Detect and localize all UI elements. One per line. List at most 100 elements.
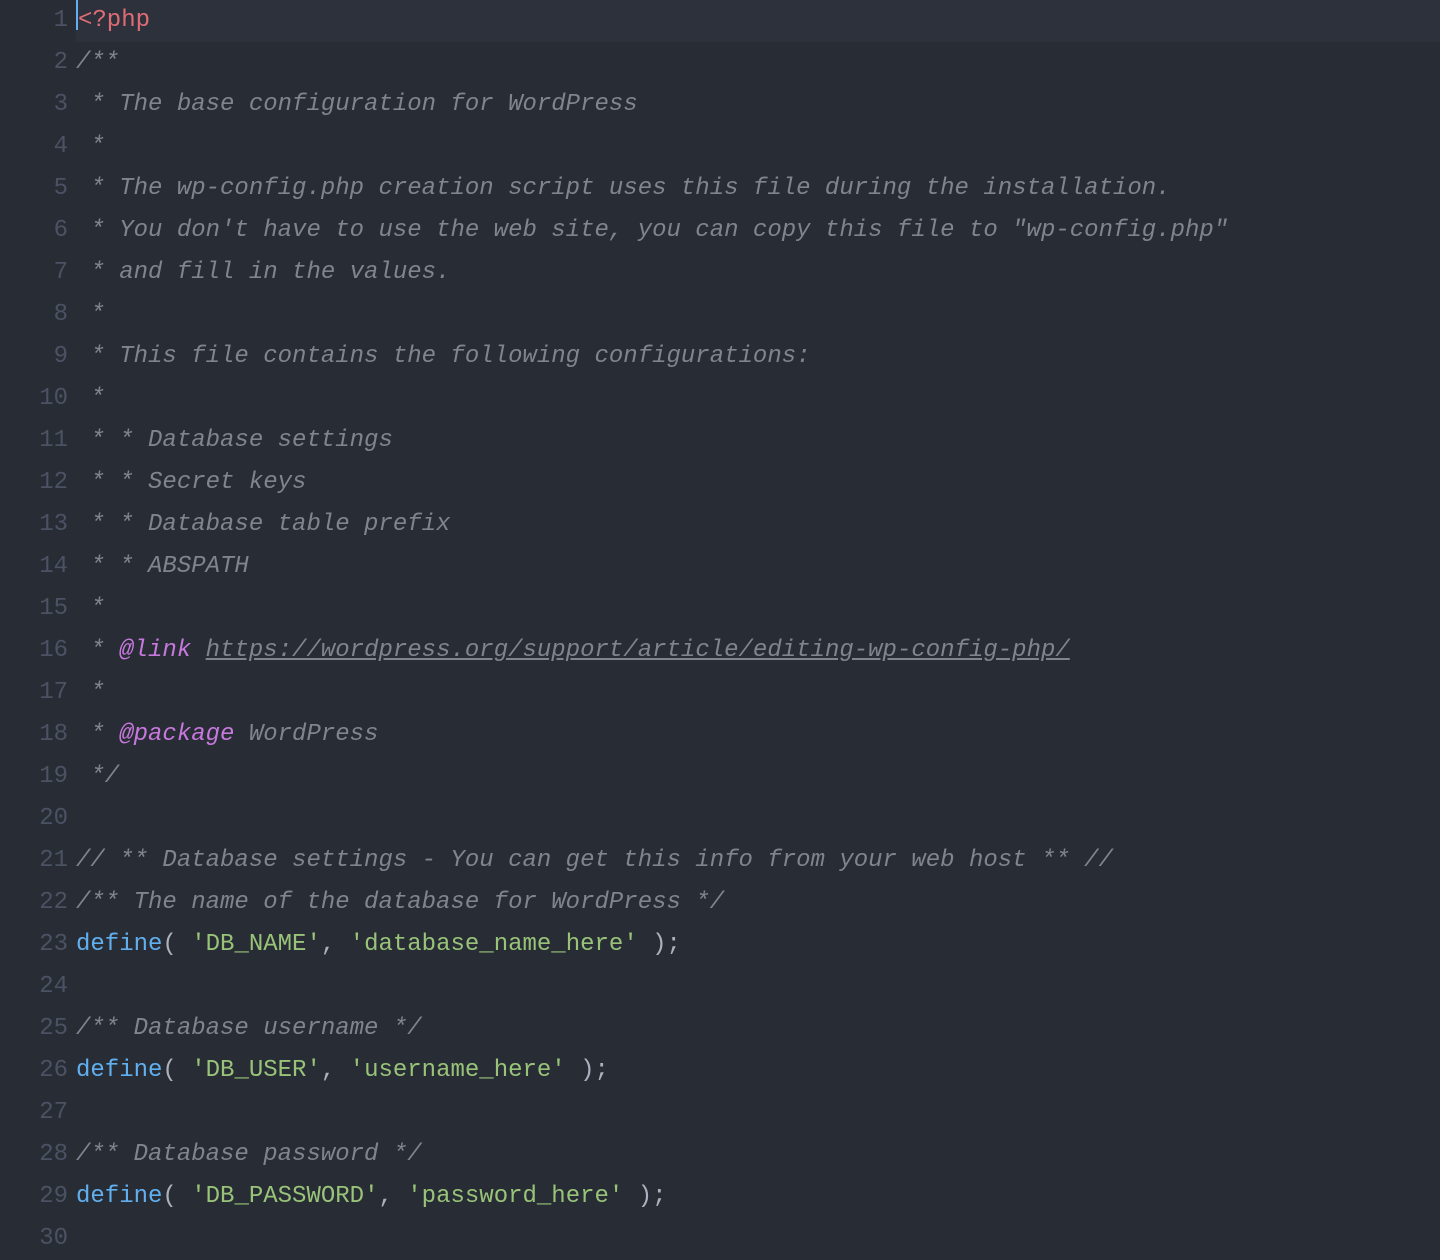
- code-line[interactable]: * This file contains the following confi…: [76, 336, 1440, 378]
- token: * and fill in the values.: [76, 259, 450, 286]
- token: https://wordpress.org/support/article/ed…: [206, 637, 1070, 664]
- token: * * Database settings: [76, 427, 393, 454]
- token: * * Secret keys: [76, 469, 306, 496]
- line-number: 2: [0, 42, 68, 84]
- code-line[interactable]: /** Database password */: [76, 1134, 1440, 1176]
- token: *: [76, 721, 119, 748]
- code-line[interactable]: */: [76, 756, 1440, 798]
- token: <?php: [78, 7, 150, 34]
- code-line[interactable]: define( 'DB_PASSWORD', 'password_here' )…: [76, 1176, 1440, 1218]
- code-line[interactable]: *: [76, 294, 1440, 336]
- line-number: 11: [0, 420, 68, 462]
- token: );: [623, 1183, 666, 1210]
- line-number: 25: [0, 1008, 68, 1050]
- token: *: [76, 301, 105, 328]
- line-number: 24: [0, 966, 68, 1008]
- line-number: 19: [0, 756, 68, 798]
- line-number: 30: [0, 1218, 68, 1260]
- token: * * ABSPATH: [76, 553, 249, 580]
- token: *: [76, 385, 105, 412]
- token: 'DB_USER': [191, 1057, 321, 1084]
- code-line[interactable]: * @link https://wordpress.org/support/ar…: [76, 630, 1440, 672]
- token: WordPress: [234, 721, 378, 748]
- token: define: [76, 931, 162, 958]
- token: *: [76, 133, 105, 160]
- token: @link: [119, 637, 191, 664]
- token: 'database_name_here': [350, 931, 638, 958]
- code-line[interactable]: * * Secret keys: [76, 462, 1440, 504]
- code-line[interactable]: *: [76, 126, 1440, 168]
- code-line[interactable]: * and fill in the values.: [76, 252, 1440, 294]
- code-area[interactable]: <?php /** * The base configuration for Wo…: [76, 0, 1440, 1244]
- line-number: 9: [0, 336, 68, 378]
- token: */: [76, 763, 119, 790]
- line-number: 16: [0, 630, 68, 672]
- token: (: [162, 1057, 191, 1084]
- token: );: [638, 931, 681, 958]
- token: * You don't have to use the web site, yo…: [76, 217, 1228, 244]
- token: 'DB_PASSWORD': [191, 1183, 378, 1210]
- line-number: 15: [0, 588, 68, 630]
- line-number: 22: [0, 882, 68, 924]
- code-line[interactable]: *: [76, 672, 1440, 714]
- code-line[interactable]: * * Database table prefix: [76, 504, 1440, 546]
- token: /**: [76, 49, 119, 76]
- code-line[interactable]: /**: [76, 42, 1440, 84]
- line-number: 3: [0, 84, 68, 126]
- token: (: [162, 931, 191, 958]
- token: /** Database username */: [76, 1015, 422, 1042]
- token: * The wp-config.php creation script uses…: [76, 175, 1171, 202]
- line-number: 23: [0, 924, 68, 966]
- token: ,: [378, 1183, 407, 1210]
- token: *: [76, 637, 119, 664]
- token: 'username_here': [350, 1057, 566, 1084]
- line-number: 5: [0, 168, 68, 210]
- code-line[interactable]: * The wp-config.php creation script uses…: [76, 168, 1440, 210]
- token: * This file contains the following confi…: [76, 343, 811, 370]
- line-number: 6: [0, 210, 68, 252]
- token: *: [76, 679, 105, 706]
- line-number: 10: [0, 378, 68, 420]
- token: (: [162, 1183, 191, 1210]
- code-editor[interactable]: 1234567891011121314151617181920212223242…: [0, 0, 1440, 1244]
- token: );: [566, 1057, 609, 1084]
- line-number: 7: [0, 252, 68, 294]
- token: 'password_here': [407, 1183, 623, 1210]
- token: /** Database password */: [76, 1141, 422, 1168]
- code-line[interactable]: /** The name of the database for WordPre…: [76, 882, 1440, 924]
- code-line[interactable]: define( 'DB_USER', 'username_here' );: [76, 1050, 1440, 1092]
- line-number-gutter: 1234567891011121314151617181920212223242…: [0, 0, 76, 1244]
- code-line[interactable]: [76, 1092, 1440, 1134]
- code-line[interactable]: * @package WordPress: [76, 714, 1440, 756]
- line-number: 17: [0, 672, 68, 714]
- token: // ** Database settings - You can get th…: [76, 847, 1113, 874]
- code-line[interactable]: [76, 1218, 1440, 1244]
- token: ,: [321, 931, 350, 958]
- code-line[interactable]: [76, 966, 1440, 1008]
- code-line[interactable]: * * ABSPATH: [76, 546, 1440, 588]
- token: * * Database table prefix: [76, 511, 450, 538]
- line-number: 28: [0, 1134, 68, 1176]
- token: define: [76, 1057, 162, 1084]
- line-number: 8: [0, 294, 68, 336]
- code-line[interactable]: define( 'DB_NAME', 'database_name_here' …: [76, 924, 1440, 966]
- code-line[interactable]: *: [76, 378, 1440, 420]
- line-number: 27: [0, 1092, 68, 1134]
- code-line[interactable]: *: [76, 588, 1440, 630]
- line-number: 29: [0, 1176, 68, 1218]
- line-number: 1: [0, 0, 68, 42]
- token: [191, 637, 205, 664]
- line-number: 18: [0, 714, 68, 756]
- code-line[interactable]: * The base configuration for WordPress: [76, 84, 1440, 126]
- line-number: 12: [0, 462, 68, 504]
- line-number: 14: [0, 546, 68, 588]
- code-line[interactable]: /** Database username */: [76, 1008, 1440, 1050]
- code-line[interactable]: <?php: [76, 0, 1440, 42]
- code-line[interactable]: * * Database settings: [76, 420, 1440, 462]
- line-number: 26: [0, 1050, 68, 1092]
- code-line[interactable]: [76, 798, 1440, 840]
- code-line[interactable]: * You don't have to use the web site, yo…: [76, 210, 1440, 252]
- token: * The base configuration for WordPress: [76, 91, 638, 118]
- code-line[interactable]: // ** Database settings - You can get th…: [76, 840, 1440, 882]
- line-number: 4: [0, 126, 68, 168]
